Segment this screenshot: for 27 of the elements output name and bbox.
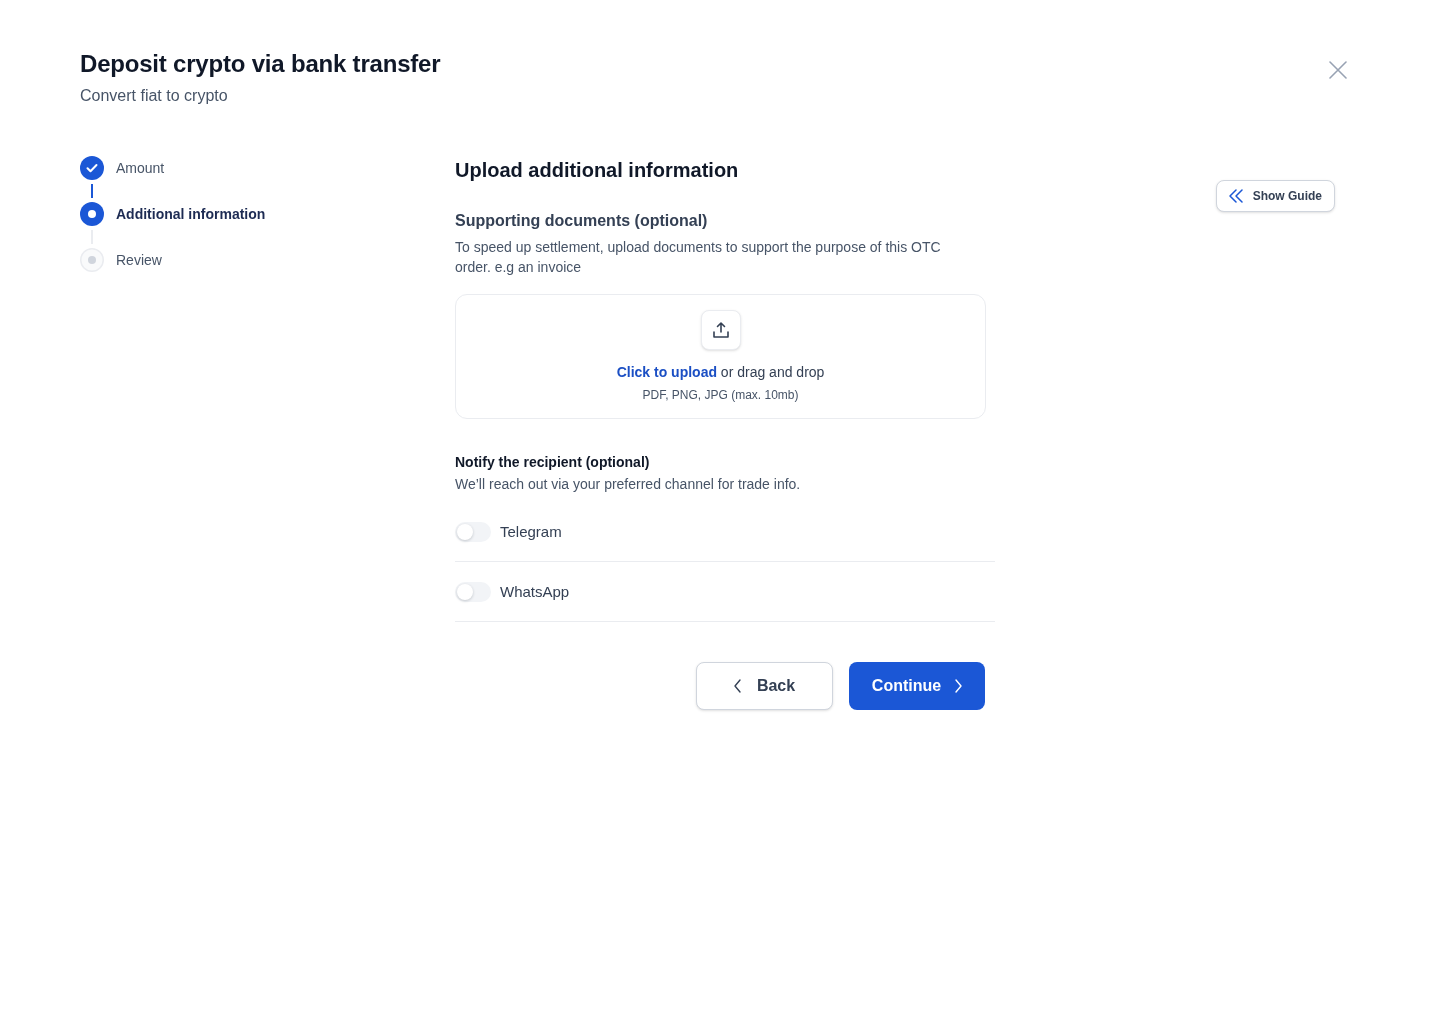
dialog-subtitle: Convert fiat to crypto xyxy=(80,86,229,106)
documents-title: Supporting documents (optional) xyxy=(455,211,709,231)
notify-title: Notify the recipient (optional) xyxy=(455,453,651,472)
upload-icon xyxy=(700,310,741,350)
step-label: Amount xyxy=(116,159,165,178)
show-guide-button[interactable]: Show Guide xyxy=(1215,180,1335,212)
toggle-switch[interactable] xyxy=(455,581,491,602)
step-label: Review xyxy=(116,251,162,270)
upload-hint: PDF, PNG, JPG (max. 10mb) xyxy=(642,387,799,403)
toggle-switch[interactable] xyxy=(455,521,491,542)
documents-description: To speed up settlement, upload documents to support the purpose of this OTC order. e.g an invoice xyxy=(455,238,942,277)
upload-link[interactable]: Click to upload xyxy=(616,364,717,380)
step-label: Additional information xyxy=(116,205,266,224)
close-button[interactable] xyxy=(1329,61,1347,79)
section-title: Upload additional information xyxy=(455,158,740,183)
chevron-left-icon xyxy=(733,679,741,693)
chevron-right-icon xyxy=(955,679,963,693)
channel-label: WhatsApp xyxy=(500,581,570,602)
upload-instructions: Click to upload or drag and drop xyxy=(616,363,825,382)
back-button[interactable]: Back xyxy=(696,662,833,710)
notify-description: We’ll reach out via your preferred channel for trade info. xyxy=(455,475,802,494)
double-chevron-left-icon xyxy=(1228,189,1243,203)
upload-dropzone[interactable]: Click to upload or drag and drop PDF, PNG, JPG (max. 10mb) xyxy=(455,294,986,419)
channel-label: Telegram xyxy=(500,521,562,542)
continue-button[interactable]: Continue xyxy=(849,662,985,710)
close-icon xyxy=(1329,61,1347,79)
dialog-title: Deposit crypto via bank transfer xyxy=(80,49,441,79)
